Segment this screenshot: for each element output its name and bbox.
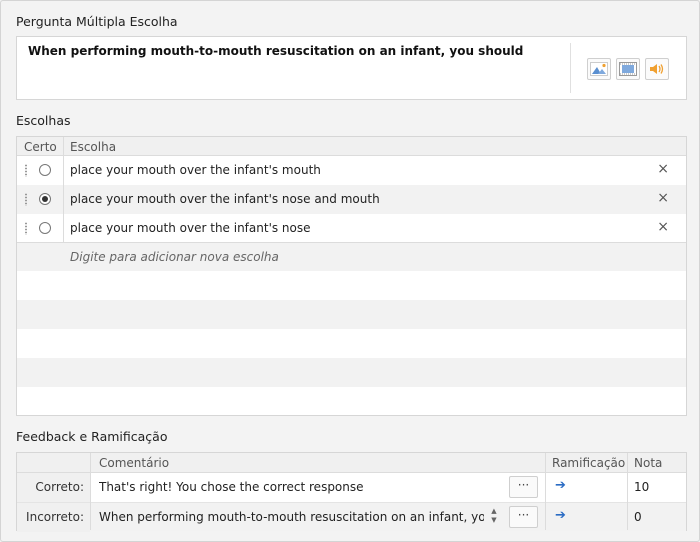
feedback-table-header: Comentário Ramificação Nota bbox=[17, 453, 686, 473]
delete-choice-button[interactable]: × bbox=[657, 161, 669, 177]
column-divider bbox=[90, 453, 91, 530]
choice-row[interactable]: place your mouth over the infant's mouth… bbox=[17, 156, 686, 185]
add-choice-row[interactable]: Digite para adicionar nova escolha bbox=[17, 242, 686, 271]
choices-section-title: Escolhas bbox=[16, 113, 71, 128]
column-divider bbox=[63, 137, 64, 242]
column-divider bbox=[545, 453, 546, 530]
image-icon bbox=[590, 62, 608, 76]
column-header-comment: Comentário bbox=[99, 456, 170, 470]
feedback-section-title: Feedback e Ramificação bbox=[16, 429, 168, 444]
insert-image-button[interactable] bbox=[587, 58, 611, 80]
choice-text[interactable]: place your mouth over the infant's nose bbox=[70, 221, 311, 235]
correct-radio[interactable] bbox=[39, 164, 51, 176]
feedback-label: Incorreto: bbox=[26, 510, 84, 524]
feedback-label-cell: Correto: bbox=[17, 473, 90, 502]
delete-choice-button[interactable]: × bbox=[657, 219, 669, 235]
feedback-comment[interactable]: When performing mouth-to-mouth resuscita… bbox=[99, 510, 484, 524]
branching-arrow-icon[interactable]: ➔ bbox=[555, 508, 566, 523]
branching-arrow-icon[interactable]: ➔ bbox=[555, 478, 566, 493]
drag-handle-icon[interactable] bbox=[25, 193, 27, 206]
empty-row bbox=[17, 329, 686, 358]
feedback-score[interactable]: 10 bbox=[634, 480, 649, 494]
edit-comment-button[interactable]: ··· bbox=[509, 506, 538, 528]
feedback-table: Comentário Ramificação Nota Correto: Tha… bbox=[16, 452, 687, 532]
feedback-row-correct: Correto: That's right! You chose the cor… bbox=[17, 473, 686, 502]
spinner-down-icon[interactable]: ▼ bbox=[489, 516, 499, 525]
feedback-score[interactable]: 0 bbox=[634, 510, 642, 524]
feedback-comment[interactable]: That's right! You chose the correct resp… bbox=[99, 480, 484, 494]
feedback-label-cell: Incorreto: bbox=[17, 503, 90, 532]
delete-choice-button[interactable]: × bbox=[657, 190, 669, 206]
choices-grid: Certo Escolha place your mouth over the … bbox=[16, 136, 687, 416]
choice-row[interactable]: place your mouth over the infant's nose … bbox=[17, 185, 686, 214]
question-text[interactable]: When performing mouth-to-mouth resuscita… bbox=[28, 44, 523, 58]
question-editor-panel: Pergunta Múltipla Escolha When performin… bbox=[0, 0, 700, 542]
comment-scroll-spinner[interactable]: ▲ ▼ bbox=[489, 507, 499, 527]
correct-radio[interactable] bbox=[39, 193, 51, 205]
column-header-branching: Ramificação bbox=[552, 456, 626, 470]
choice-text[interactable]: place your mouth over the infant's mouth bbox=[70, 163, 321, 177]
audio-icon bbox=[650, 64, 664, 74]
question-text-box[interactable]: When performing mouth-to-mouth resuscita… bbox=[16, 36, 687, 100]
empty-row bbox=[17, 271, 686, 300]
column-divider bbox=[627, 453, 628, 530]
empty-row bbox=[17, 387, 686, 415]
insert-audio-button[interactable] bbox=[645, 58, 669, 80]
empty-row bbox=[17, 300, 686, 329]
drag-handle-icon[interactable] bbox=[25, 164, 27, 177]
edit-comment-button[interactable]: ··· bbox=[509, 476, 538, 498]
drag-handle-icon[interactable] bbox=[25, 222, 27, 235]
correct-radio[interactable] bbox=[39, 222, 51, 234]
feedback-row-incorrect: Incorreto: When performing mouth-to-mout… bbox=[17, 502, 686, 532]
column-header-score: Nota bbox=[634, 456, 663, 470]
question-section-title: Pergunta Múltipla Escolha bbox=[16, 14, 178, 29]
media-divider bbox=[570, 43, 571, 93]
choice-row[interactable]: place your mouth over the infant's nose … bbox=[17, 214, 686, 243]
column-header-choice: Escolha bbox=[70, 140, 117, 154]
spinner-up-icon[interactable]: ▲ bbox=[489, 507, 499, 516]
choice-text[interactable]: place your mouth over the infant's nose … bbox=[70, 192, 380, 206]
feedback-label: Correto: bbox=[35, 480, 84, 494]
empty-row bbox=[17, 358, 686, 387]
column-header-correct: Certo bbox=[24, 140, 57, 154]
add-choice-placeholder[interactable]: Digite para adicionar nova escolha bbox=[70, 250, 279, 264]
video-icon bbox=[619, 62, 637, 76]
choices-grid-header: Certo Escolha bbox=[17, 137, 686, 156]
insert-video-button[interactable] bbox=[616, 58, 640, 80]
